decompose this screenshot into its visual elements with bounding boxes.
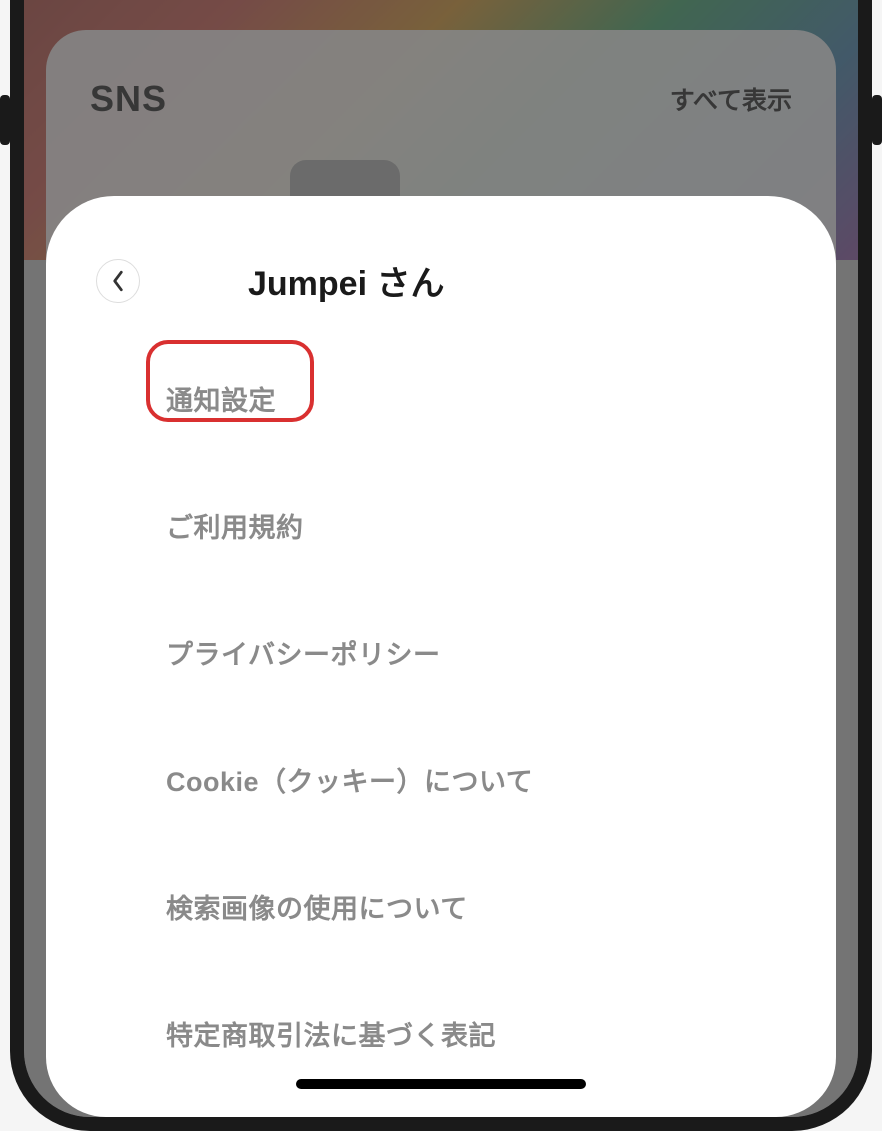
menu-item-image-usage[interactable]: 検索画像の使用について [166,865,786,948]
device-frame: SNS すべて表示 Jumpei さん 通知設定 ご利用規約 [10,0,872,1131]
menu-item-terms[interactable]: ご利用規約 [166,484,786,567]
menu-item-withdrawal[interactable]: 退会手続き [166,1119,786,1131]
menu-item-cookies[interactable]: Cookie（クッキー）について [166,738,786,821]
menu-item-label: プライバシーポリシー [166,640,440,670]
device-frame-left [0,95,10,145]
menu-item-label: Cookie（クッキー）について [166,767,533,797]
menu-item-label: 特定商取引法に基づく表記 [166,1021,496,1051]
back-button[interactable] [96,259,140,303]
menu-item-label: 検索画像の使用について [166,894,468,924]
menu-item-notifications[interactable]: 通知設定 [166,357,786,440]
menu-item-commerce-law[interactable]: 特定商取引法に基づく表記 [166,992,786,1075]
menu-item-privacy[interactable]: プライバシーポリシー [166,611,786,694]
settings-menu-list: 通知設定 ご利用規約 プライバシーポリシー Cookie（クッキー）について 検… [96,357,786,1131]
menu-item-label: ご利用規約 [166,513,304,543]
menu-item-label: 通知設定 [166,386,276,416]
device-frame-right [872,95,882,145]
sheet-title: Jumpei さん [248,256,444,305]
chevron-left-icon [111,270,125,292]
settings-modal-sheet: Jumpei さん 通知設定 ご利用規約 プライバシーポリシー Cookie（ク… [46,196,836,1117]
home-indicator[interactable] [296,1079,586,1089]
